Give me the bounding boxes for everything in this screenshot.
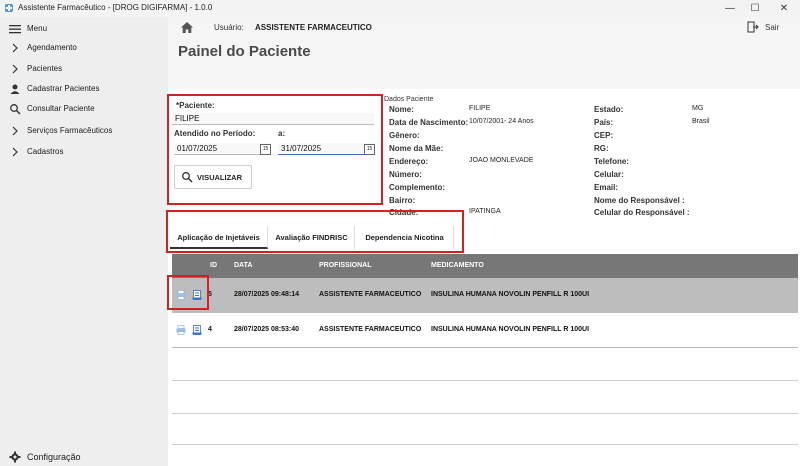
patient-field-label: Celular do Responsável : xyxy=(594,208,690,217)
sidebar-item-label: Agendamento xyxy=(27,43,77,52)
chevron-right-icon xyxy=(12,64,18,74)
top-bar: Usuário: ASSISTENTE FARMACEUTICO Sair xyxy=(168,17,800,39)
patient-field-label: Bairro: xyxy=(389,196,416,205)
empty-row xyxy=(172,414,798,445)
sidebar-item-consultar-paciente[interactable]: Consultar Paciente xyxy=(0,100,168,118)
patient-field-label: Telefone: xyxy=(594,157,629,166)
table-row[interactable]: 4 28/07/2025 08:53:40 ASSISTENTE FARMACE… xyxy=(172,313,798,348)
patient-field-label: Estado: xyxy=(594,105,624,114)
app-icon xyxy=(5,4,13,12)
patient-field-value: 10/07/2001- 24 Anos xyxy=(469,118,534,125)
patient-field-label: Número: xyxy=(389,170,422,179)
sidebar-item-label: Serviços Farmacêuticos xyxy=(27,126,113,135)
patient-field-label: Nome: xyxy=(389,105,414,114)
empty-row xyxy=(172,348,798,381)
patient-field-label: Endereço: xyxy=(389,157,429,166)
column-header-id: ID xyxy=(210,262,217,269)
patient-field-value: Brasil xyxy=(692,118,710,125)
patient-field-label: Celular: xyxy=(594,170,624,179)
column-header-profissional: PROFISSIONAL xyxy=(319,262,372,269)
chevron-right-icon xyxy=(12,43,18,53)
patient-field-value: JOAO MONLEVADE xyxy=(469,157,534,164)
patient-field-value: IPATINGA xyxy=(469,208,501,215)
user-label: Usuário: xyxy=(214,23,244,32)
patient-field-label: Data de Nascimento: xyxy=(389,118,469,127)
cell-medicamento: INSULINA HUMANA NOVOLIN PENFILL R 100UI xyxy=(431,326,590,333)
exit-button[interactable]: Sair xyxy=(765,23,779,32)
cell-id: 4 xyxy=(208,326,212,333)
sidebar: Menu Agendamento Pacientes Cadastrar Pac… xyxy=(0,17,168,466)
chevron-right-icon xyxy=(12,126,18,136)
patient-field-value: FILIPE xyxy=(469,105,491,112)
menu-label: Menu xyxy=(27,24,48,33)
maximize-button[interactable]: ☐ xyxy=(741,0,769,17)
cell-profissional: ASSISTENTE FARMACEUTICO xyxy=(319,326,422,333)
sidebar-item-agendamento[interactable]: Agendamento xyxy=(0,39,168,57)
highlight-tabs xyxy=(166,210,464,253)
column-header-medicamento: MEDICAMENTO xyxy=(431,262,484,269)
patient-section-title: Dados Paciente xyxy=(384,96,434,103)
highlight-row-actions xyxy=(167,275,209,310)
table-row[interactable]: 5 28/07/2025 09:48:14 ASSISTENTE FARMACE… xyxy=(172,278,798,313)
close-button[interactable]: ✕ xyxy=(770,0,798,17)
sidebar-item-cadastros[interactable]: Cadastros xyxy=(0,143,168,161)
patient-field-label: Email: xyxy=(594,183,619,192)
document-icon[interactable] xyxy=(192,325,202,335)
sidebar-item-servicos-farmaceuticos[interactable]: Serviços Farmacêuticos xyxy=(0,122,168,140)
column-header-data: DATA xyxy=(234,262,253,269)
sidebar-item-label: Cadastrar Pacientes xyxy=(27,84,100,93)
menu-toggle[interactable]: Menu xyxy=(0,20,168,38)
gear-icon xyxy=(9,451,21,463)
hamburger-icon xyxy=(9,25,21,34)
page-title: Painel do Paciente xyxy=(178,43,311,60)
patient-field-label: País: xyxy=(594,118,614,127)
patient-field-label: Nome do Responsável : xyxy=(594,196,685,205)
search-icon xyxy=(10,104,21,115)
cell-medicamento: INSULINA HUMANA NOVOLIN PENFILL R 100UI xyxy=(431,291,590,298)
patient-field-value: MG xyxy=(692,105,704,112)
table-header: ID DATA PROFISSIONAL MEDICAMENTO xyxy=(172,254,798,278)
sidebar-item-label: Consultar Paciente xyxy=(27,104,95,113)
title-bar: Assistente Farmacêutico - [DROG DIGIFARM… xyxy=(0,0,800,17)
chevron-right-icon xyxy=(12,147,18,157)
patient-field-label: Nome da Mãe: xyxy=(389,144,444,153)
cell-data: 28/07/2025 09:48:14 xyxy=(234,291,299,298)
user-name: ASSISTENTE FARMACEUTICO xyxy=(255,23,372,32)
empty-row xyxy=(172,381,798,414)
sidebar-item-cadastrar-pacientes[interactable]: Cadastrar Pacientes xyxy=(0,80,168,98)
patient-field-label: Gênero: xyxy=(389,131,420,140)
home-icon[interactable] xyxy=(180,21,194,34)
highlight-filter xyxy=(167,94,383,205)
cell-profissional: ASSISTENTE FARMACEUTICO xyxy=(319,291,422,298)
print-icon[interactable] xyxy=(176,325,186,335)
sidebar-item-label: Pacientes xyxy=(27,64,63,73)
patient-field-label: CEP: xyxy=(594,131,614,140)
window-title: Assistente Farmacêutico - [DROG DIGIFARM… xyxy=(18,3,213,12)
sidebar-item-pacientes[interactable]: Pacientes xyxy=(0,60,168,78)
patient-field-label: RG: xyxy=(594,144,609,153)
sidebar-item-configuracao[interactable]: Configuração xyxy=(0,448,168,466)
user-icon xyxy=(10,84,20,94)
sidebar-item-label: Cadastros xyxy=(27,147,64,156)
exit-icon[interactable] xyxy=(747,21,759,33)
cell-data: 28/07/2025 08:53:40 xyxy=(234,326,299,333)
minimize-button[interactable]: — xyxy=(716,0,744,17)
patient-field-label: Complemento: xyxy=(389,183,445,192)
sidebar-item-label: Configuração xyxy=(27,452,81,462)
